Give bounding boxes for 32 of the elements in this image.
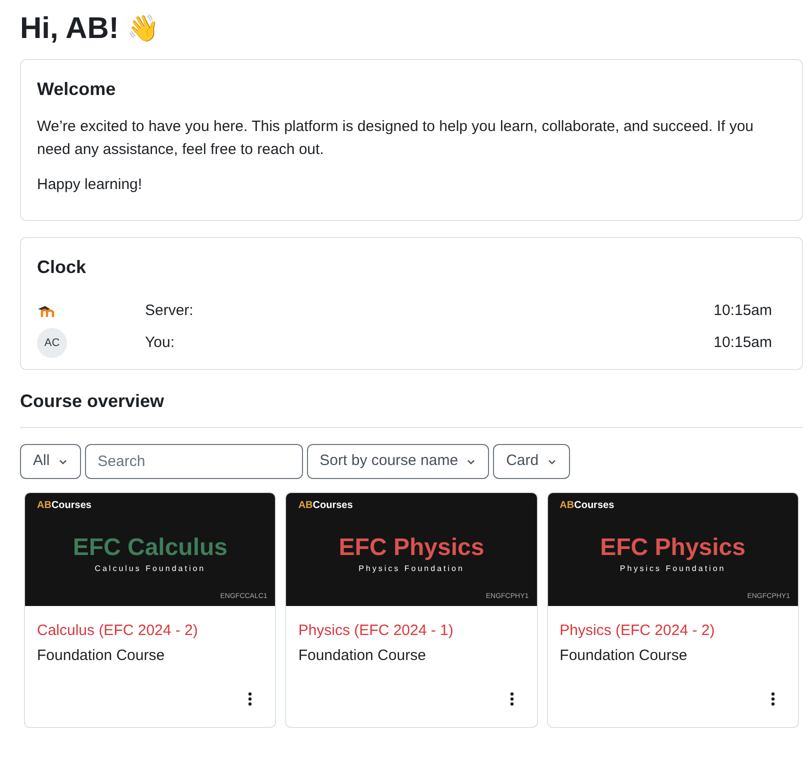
banner-subtitle: Calculus Foundation	[94, 562, 206, 574]
clock-label: You:	[145, 332, 176, 353]
section-title: Course overview	[20, 390, 166, 413]
banner-title: EFC Physics	[600, 532, 746, 562]
logo-icon	[37, 305, 55, 317]
clock-time: 10:15am	[714, 332, 773, 353]
brand-logo: ABCourses	[560, 499, 614, 513]
welcome-text: Happy learning!	[37, 175, 144, 195]
search-field[interactable]: Search	[84, 444, 303, 479]
course-link[interactable]: Calculus (EFC 2024 - 2)	[37, 620, 264, 642]
card-title: Clock	[37, 256, 88, 279]
course-category: Foundation Course	[298, 646, 427, 666]
banner-title: EFC Calculus	[72, 532, 228, 562]
brand-logo: ABCourses	[37, 499, 92, 513]
welcome-text: We’re excited to have you here. This platform is designed to help you learn, collaborate, and succeed. If you need any assistance, feel free to reach out.	[37, 117, 755, 160]
brand-logo: ABCourses	[298, 499, 353, 513]
sort-dropdown[interactable]: Sort by course name	[306, 444, 490, 479]
banner-title: EFC Physics	[338, 532, 484, 562]
user-avatar: AC	[37, 328, 67, 358]
course-category: Foundation Course	[37, 646, 166, 666]
clock-time: 10:15am	[714, 300, 773, 321]
waving-hand-icon: 👋	[126, 9, 159, 48]
page-heading: Hi, AB!	[20, 11, 119, 47]
clock-label: Server:	[145, 300, 194, 321]
banner-subtitle: Physics Foundation	[358, 562, 464, 574]
course-link[interactable]: Physics (EFC 2024 - 1)	[298, 620, 525, 642]
course-link[interactable]: Physics (EFC 2024 - 2)	[560, 620, 786, 642]
grouping-dropdown[interactable]: All	[20, 444, 81, 479]
course-category: Foundation Course	[560, 646, 688, 666]
card-title: Welcome	[37, 78, 117, 101]
view-dropdown[interactable]: Card	[493, 444, 570, 479]
banner-subtitle: Physics Foundation	[620, 562, 726, 574]
